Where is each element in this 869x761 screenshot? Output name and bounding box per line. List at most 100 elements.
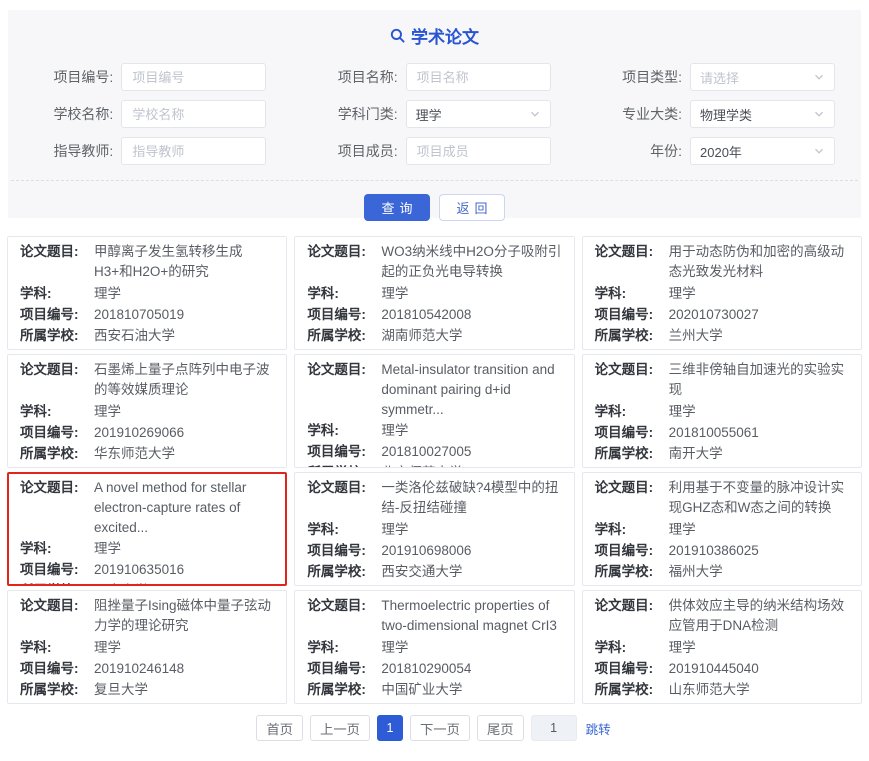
paper-project-id-label: 项目编号: <box>307 441 381 462</box>
paper-school-label: 所属学校: <box>307 679 381 700</box>
paper-subject-label: 学科: <box>307 519 381 540</box>
paper-subject: 理学 <box>669 637 696 658</box>
paper-school: 福州大学 <box>669 561 723 582</box>
paper-card[interactable]: 论文题目:一类洛伦兹破缺?4模型中的扭结-反扭结碰撞 学科:理学 项目编号:20… <box>294 472 574 586</box>
major-category-select[interactable]: 物理学类 <box>690 100 835 128</box>
pagination-current-page[interactable]: 1 <box>377 715 403 741</box>
paper-school-label: 所属学校: <box>20 679 94 700</box>
paper-title: 石墨烯上量子点阵列中电子波的等效媒质理论 <box>94 359 274 401</box>
paper-project-id: 201910269066 <box>94 422 184 443</box>
project-name-input[interactable] <box>406 63 551 91</box>
project-type-select[interactable]: 请选择 <box>690 63 835 91</box>
paper-school-label: 所属学校: <box>595 679 669 700</box>
paper-subject: 理学 <box>669 283 696 304</box>
paper-card[interactable]: 论文题目:利用基于不变量的脉冲设计实现GHZ态和W态之间的转换 学科:理学 项目… <box>582 472 862 586</box>
paper-school-label: 所属学校: <box>307 325 381 346</box>
form-actions: 查询 返回 <box>8 194 861 221</box>
paper-project-id-label: 项目编号: <box>595 658 669 679</box>
paper-project-id-label: 项目编号: <box>307 304 381 325</box>
paper-title: 一类洛伦兹破缺?4模型中的扭结-反扭结碰撞 <box>381 477 561 519</box>
paper-school: 复旦大学 <box>94 679 148 700</box>
project-id-input[interactable] <box>121 63 266 91</box>
paper-title-label: 论文题目: <box>20 359 94 401</box>
pagination-jump-input[interactable] <box>531 715 577 741</box>
paper-subject-label: 学科: <box>595 283 669 304</box>
paper-card[interactable]: 论文题目:供体效应主导的纳米结构场效应管用于DNA检测 学科:理学 项目编号:2… <box>582 590 862 704</box>
year-label: 年份: <box>650 141 682 161</box>
paper-school: 中国矿业大学 <box>381 679 462 700</box>
paper-subject-label: 学科: <box>595 401 669 422</box>
chevron-down-icon <box>813 108 825 120</box>
subject-category-label: 学科门类: <box>338 104 398 124</box>
paper-subject: 理学 <box>669 401 696 422</box>
paper-title: 阻挫量子Ising磁体中量子弦动力学的理论研究 <box>94 595 274 637</box>
paper-title: Thermoelectric properties of two-dimensi… <box>381 595 561 637</box>
project-members-label: 项目成员: <box>338 141 398 161</box>
advisor-input[interactable] <box>121 137 266 165</box>
paper-card[interactable]: 论文题目:甲醇离子发生氢转移生成H3+和H2O+的研究 学科:理学 项目编号:2… <box>7 236 287 350</box>
paper-school: 西南大学 <box>94 580 148 586</box>
chevron-down-icon <box>813 145 825 157</box>
pagination-jump-button[interactable]: 跳转 <box>584 719 613 738</box>
paper-project-id: 201910635016 <box>94 559 184 580</box>
year-select[interactable]: 2020年 <box>690 137 835 165</box>
pagination-next-button[interactable]: 下一页 <box>410 715 470 741</box>
advisor-label: 指导教师: <box>53 141 113 161</box>
paper-card[interactable]: 论文题目:WO3纳米线中H2O分子吸附引起的正负光电导转换 学科:理学 项目编号… <box>294 236 574 350</box>
paper-project-id-label: 项目编号: <box>20 304 94 325</box>
paper-school: 湖南师范大学 <box>381 325 462 346</box>
field-project-name: 项目名称: <box>292 63 576 91</box>
paper-subject: 理学 <box>381 637 408 658</box>
paper-project-id: 201910246148 <box>94 658 184 679</box>
paper-title: 甲醇离子发生氢转移生成H3+和H2O+的研究 <box>94 241 274 283</box>
paper-school-label: 所属学校: <box>595 325 669 346</box>
project-name-label: 项目名称: <box>338 67 398 87</box>
paper-card[interactable]: 论文题目:石墨烯上量子点阵列中电子波的等效媒质理论 学科:理学 项目编号:201… <box>7 354 287 468</box>
paper-subject-label: 学科: <box>20 401 94 422</box>
chevron-down-icon <box>529 108 541 120</box>
pagination-bar: 首页 上一页 1 下一页 尾页 跳转 <box>0 715 869 741</box>
paper-title: 三维非傍轴自加速光的实验实现 <box>669 359 849 401</box>
field-major-category: 专业大类: 物理学类 <box>577 100 861 128</box>
paper-subject-label: 学科: <box>20 283 94 304</box>
form-divider <box>11 180 858 181</box>
query-button[interactable]: 查询 <box>364 194 430 221</box>
paper-title-label: 论文题目: <box>595 241 669 283</box>
paper-project-id: 201810290054 <box>381 658 471 679</box>
paper-card-highlighted[interactable]: 论文题目:A novel method for stellar electron… <box>7 472 287 586</box>
pagination-last-button[interactable]: 尾页 <box>477 715 524 741</box>
paper-school: 北京师范大学 <box>381 462 462 468</box>
paper-card[interactable]: 论文题目:Thermoelectric properties of two-di… <box>294 590 574 704</box>
field-subject-category: 学科门类: 理学 <box>292 100 576 128</box>
paper-subject: 理学 <box>381 283 408 304</box>
paper-subject: 理学 <box>94 538 121 559</box>
paper-project-id: 201910386025 <box>669 540 759 561</box>
paper-title-label: 论文题目: <box>307 241 381 283</box>
school-name-input[interactable] <box>121 100 266 128</box>
project-members-input[interactable] <box>406 137 551 165</box>
pagination-prev-button[interactable]: 上一页 <box>310 715 370 741</box>
pagination-first-button[interactable]: 首页 <box>256 715 303 741</box>
paper-title: WO3纳米线中H2O分子吸附引起的正负光电导转换 <box>381 241 561 283</box>
back-button[interactable]: 返回 <box>439 194 505 221</box>
paper-project-id: 201810027005 <box>381 441 471 462</box>
paper-school: 西安石油大学 <box>94 325 175 346</box>
paper-project-id-label: 项目编号: <box>20 658 94 679</box>
school-name-label: 学校名称: <box>53 104 113 124</box>
paper-card[interactable]: 论文题目:Metal-insulator transition and domi… <box>294 354 574 468</box>
project-type-value: 请选择 <box>700 68 739 87</box>
subject-category-select[interactable]: 理学 <box>406 100 551 128</box>
paper-card[interactable]: 论文题目:用于动态防伪和加密的高级动态光致发光材料 学科:理学 项目编号:202… <box>582 236 862 350</box>
paper-title-label: 论文题目: <box>307 359 381 420</box>
paper-card[interactable]: 论文题目:三维非傍轴自加速光的实验实现 学科:理学 项目编号:201810055… <box>582 354 862 468</box>
paper-card[interactable]: 论文题目:阻挫量子Ising磁体中量子弦动力学的理论研究 学科:理学 项目编号:… <box>7 590 287 704</box>
paper-school-label: 所属学校: <box>595 443 669 464</box>
paper-project-id-label: 项目编号: <box>307 540 381 561</box>
paper-project-id-label: 项目编号: <box>307 658 381 679</box>
subject-category-value: 理学 <box>416 105 442 124</box>
search-filter-panel: 学术论文 项目编号: 项目名称: 项目类型: 请选择 学校名称: 学科门类: 理… <box>8 10 861 218</box>
field-school-name: 学校名称: <box>8 100 292 128</box>
field-year: 年份: 2020年 <box>577 137 861 165</box>
paper-title-label: 论文题目: <box>20 477 94 538</box>
paper-school-label: 所属学校: <box>20 580 94 586</box>
